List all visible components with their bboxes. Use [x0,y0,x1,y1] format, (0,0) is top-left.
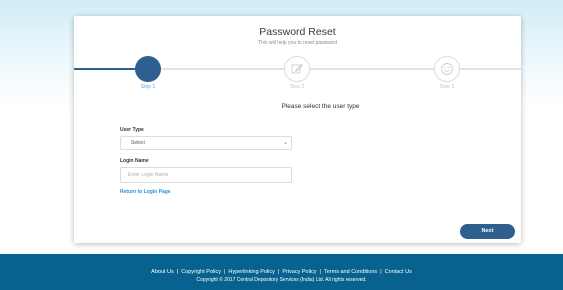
login-name-input[interactable]: Enter Login Name [120,167,292,183]
page-title: Password Reset [259,26,336,38]
step-1-indicator [135,56,161,82]
login-name-label: Login Name [120,158,149,164]
user-type-select[interactable]: Select ⌄ [120,136,292,150]
step-3-indicator [434,56,460,82]
footer-link-terms[interactable]: Terms and Conditions [324,269,377,275]
user-type-label: User Type [120,127,144,133]
step-2-indicator [284,56,310,82]
footer-links: About Us | Copyright Policy | Hyperlinking P… [151,269,412,275]
footer-link-copyright-policy[interactable]: Copyright Policy [181,269,221,275]
login-name-placeholder: Enter Login Name [128,172,169,178]
return-to-login-link[interactable]: Return to Login Page [120,189,171,195]
site-footer: About Us | Copyright Policy | Hyperlinking P… [0,254,563,290]
form-prompt: Please select the user type [281,103,360,110]
footer-link-contact-us[interactable]: Contact Us [385,269,412,275]
footer-link-privacy-policy[interactable]: Privacy Policy [282,269,316,275]
next-button[interactable]: Next [460,224,515,239]
footer-link-hyperlinking-policy[interactable]: Hyperlinking Policy [228,269,274,275]
page-subtitle: This will help you to reset password [258,40,337,46]
chevron-down-icon: ⌄ [282,140,288,146]
edit-icon [291,63,304,74]
footer-link-about-us[interactable]: About Us [151,269,174,275]
step-3-label: Step 3 [439,84,455,90]
password-reset-card: Password Reset This will help you to res… [74,16,521,243]
copyright-text: Copyright © 2017 Central Depository Serv… [196,277,367,283]
step-1-label: Step 1 [140,84,156,90]
step-2-label: Step 2 [289,84,305,90]
user-type-selected-value: Select [131,140,145,146]
smiley-icon [441,63,453,75]
